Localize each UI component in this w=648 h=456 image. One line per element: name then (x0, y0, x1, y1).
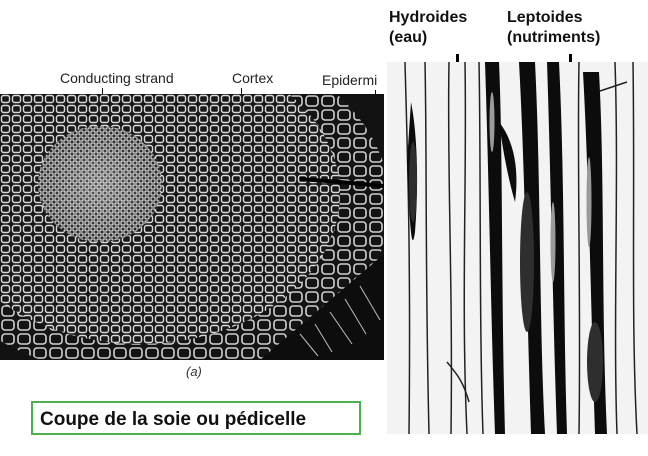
label-conducting-strand: Conducting strand (60, 70, 174, 86)
label-cortex: Cortex (232, 70, 274, 86)
stem-cross-section-micrograph (0, 94, 384, 360)
label-epidermis: Epidermi (322, 72, 378, 88)
longitudinal-section-image (387, 62, 648, 434)
label-hydroides-line1: Hydroides (389, 9, 468, 26)
title-box: Coupe de la soie ou pédicelle (31, 401, 361, 435)
label-leptoides: Leptoides (nutriments) (507, 8, 600, 48)
label-hydroides: Hydroides (eau) (389, 8, 467, 48)
panel-letter: (a) (186, 364, 202, 379)
label-leptoides-line1: Leptoides (507, 9, 583, 26)
longitudinal-section-micrograph (387, 62, 648, 434)
title-text: Coupe de la soie ou pédicelle (40, 409, 307, 430)
cross-section-image (0, 94, 384, 360)
label-hydroides-line2: (eau) (389, 29, 428, 46)
label-leptoides-line2: (nutriments) (507, 29, 601, 46)
